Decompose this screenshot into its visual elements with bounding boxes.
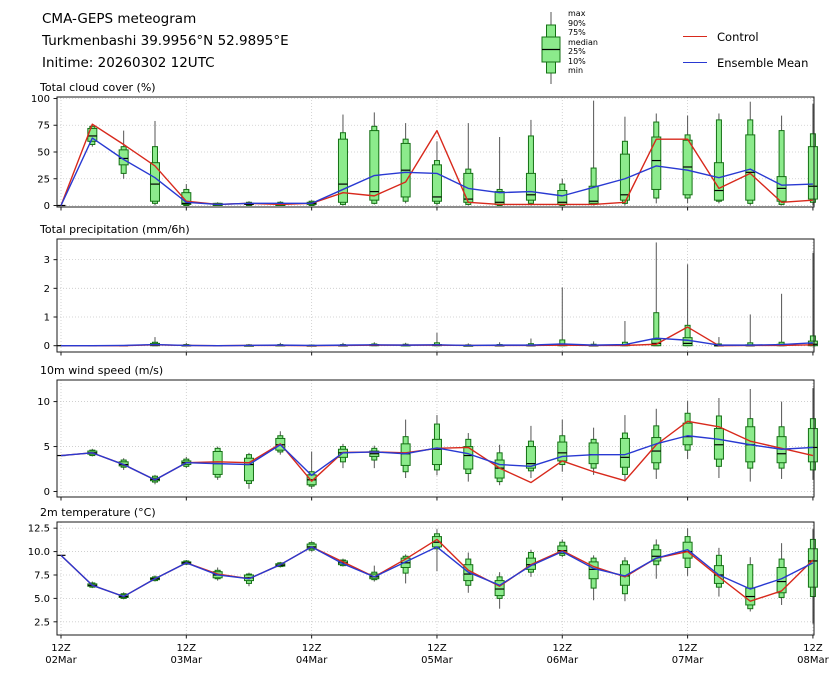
svg-text:1: 1 — [44, 313, 50, 324]
svg-text:10: 10 — [37, 397, 50, 408]
svg-text:12.5: 12.5 — [28, 524, 50, 535]
svg-text:10.0: 10.0 — [28, 547, 50, 558]
xtick-hour-label: 12Z — [302, 643, 322, 654]
svg-text:7.5: 7.5 — [34, 570, 50, 581]
xtick-date-label: 08Mar — [797, 655, 829, 666]
svg-text:100: 100 — [31, 94, 50, 105]
meteogram-canvas: 0255075100012305102.55.07.510.012.512Z02… — [0, 0, 839, 680]
svg-text:0: 0 — [44, 341, 50, 352]
boxes-total-precipitation — [57, 242, 818, 346]
boxes-10m-wind-speed — [57, 388, 818, 489]
svg-text:25: 25 — [37, 174, 50, 185]
svg-text:2.5: 2.5 — [34, 617, 50, 628]
svg-text:2: 2 — [44, 284, 50, 295]
svg-text:75: 75 — [37, 121, 50, 132]
xtick-date-label: 02Mar — [45, 655, 77, 666]
xtick-date-label: 06Mar — [546, 655, 578, 666]
xtick-hour-label: 12Z — [177, 643, 197, 654]
xtick-hour-label: 12Z — [427, 643, 447, 654]
xtick-hour-label: 12Z — [803, 643, 823, 654]
xtick-date-label: 05Mar — [421, 655, 453, 666]
xtick-hour-label: 12Z — [678, 643, 698, 654]
svg-text:5.0: 5.0 — [34, 594, 50, 605]
panel-total-cloud-cover: 0 25 50 75 100 — [31, 94, 818, 212]
svg-text:0: 0 — [44, 487, 50, 498]
panel-2m-temperature: 2.5 5.0 7.5 10.0 12.5 — [28, 522, 818, 639]
svg-text:5: 5 — [44, 442, 50, 453]
xtick-hour-label: 12Z — [552, 643, 572, 654]
svg-text:0: 0 — [44, 201, 50, 212]
svg-text:3: 3 — [44, 255, 50, 266]
xtick-date-label: 03Mar — [171, 655, 203, 666]
panel-10m-wind-speed: 0 5 10 — [37, 380, 817, 501]
xtick-date-label: 07Mar — [672, 655, 704, 666]
panel-total-precipitation: 0 1 2 3 — [44, 239, 818, 356]
svg-text:50: 50 — [37, 148, 50, 159]
xtick-date-label: 04Mar — [296, 655, 328, 666]
xtick-hour-label: 12Z — [51, 643, 71, 654]
